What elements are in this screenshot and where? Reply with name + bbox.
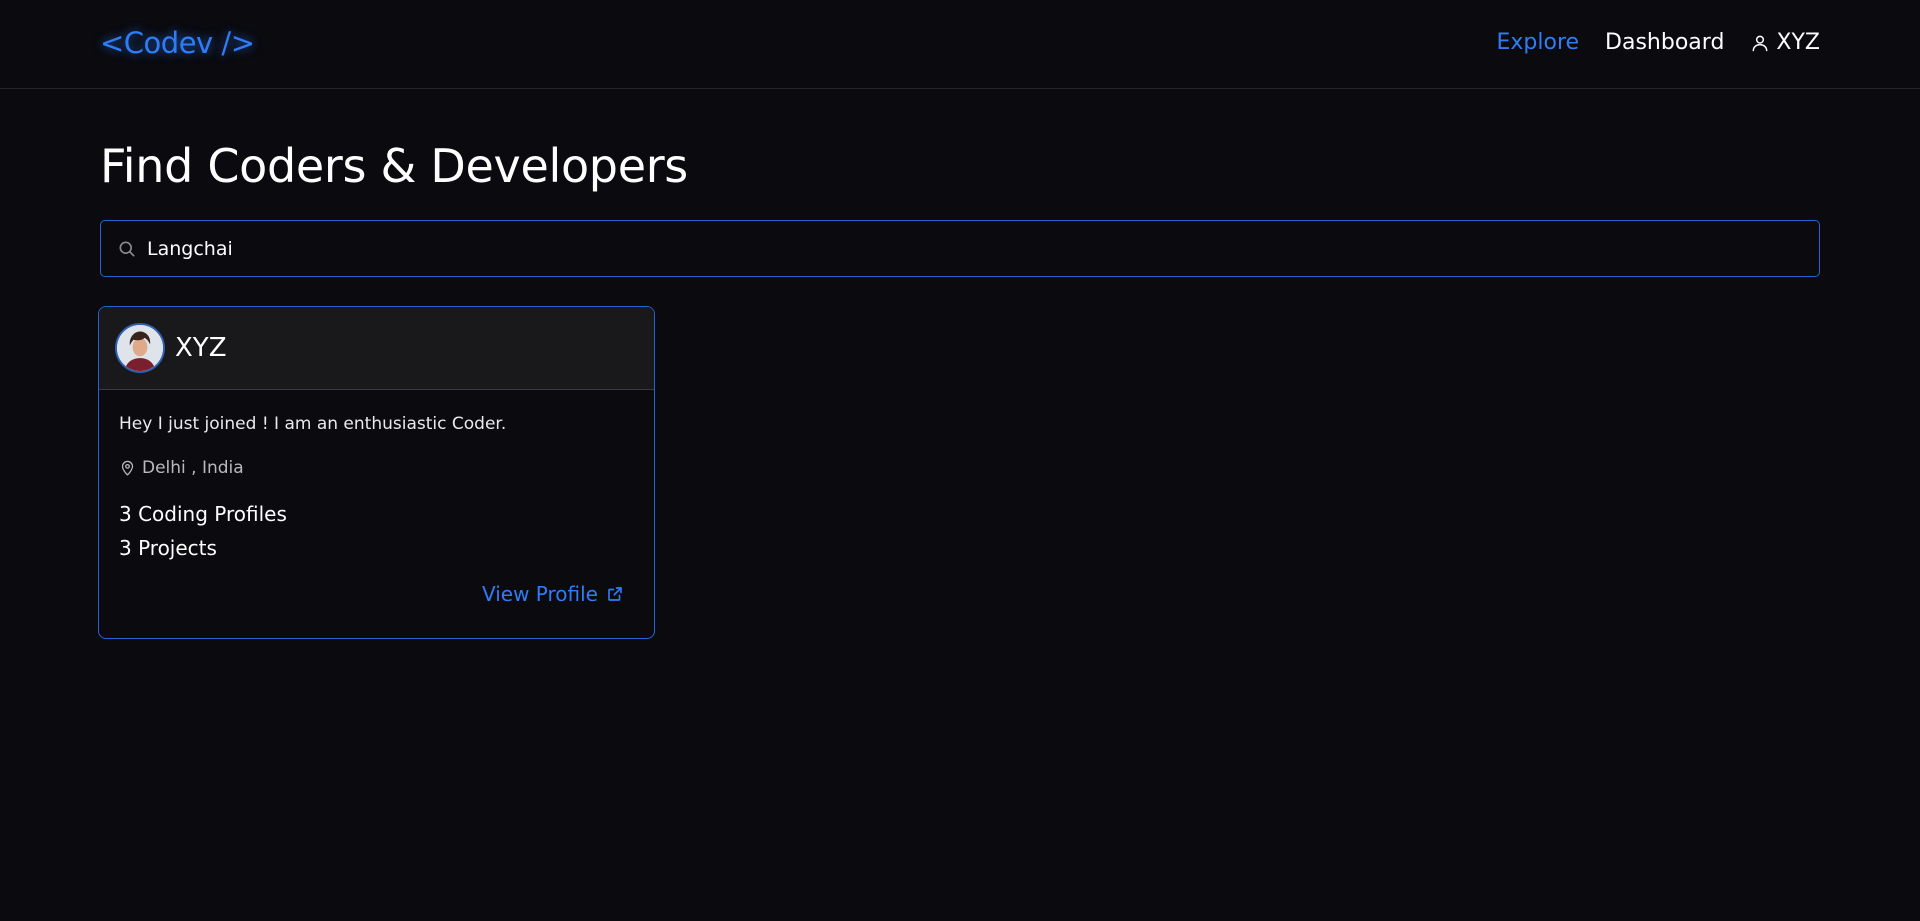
card-user-name[interactable]: XYZ [175, 333, 227, 363]
card-header: XYZ [99, 307, 654, 390]
search-icon [119, 241, 135, 256]
map-pin-icon [121, 460, 134, 476]
nav-user-name: XYZ [1776, 30, 1820, 55]
page-title: Find Coders & Developers [100, 139, 688, 193]
nav-links: Explore Dashboard XYZ [1496, 30, 1820, 55]
profile-card: XYZ Hey I just joined ! I am an enthusia… [98, 306, 655, 639]
logo[interactable]: <Codev /> [100, 26, 255, 60]
projects-count: 3 Projects [119, 536, 217, 560]
user-icon [1752, 35, 1768, 51]
navbar: <Codev /> Explore Dashboard XYZ [0, 0, 1920, 89]
nav-user-menu[interactable]: XYZ [1750, 30, 1820, 55]
coding-profiles-count: 3 Coding Profiles [119, 502, 287, 526]
search-box[interactable] [100, 220, 1820, 277]
avatar-photo [117, 325, 163, 371]
nav-link-explore[interactable]: Explore [1496, 30, 1579, 55]
user-bio: Hey I just joined ! I am an enthusiastic… [119, 414, 507, 434]
search-input[interactable] [147, 237, 1747, 260]
view-profile-link[interactable]: View Profile [482, 582, 624, 606]
user-location: Delhi , India [119, 458, 634, 478]
avatar[interactable] [115, 323, 165, 373]
view-profile-label: View Profile [481, 582, 598, 606]
external-link-icon [608, 587, 622, 601]
card-body: Hey I just joined ! I am an enthusiastic… [99, 390, 654, 638]
nav-link-dashboard[interactable]: Dashboard [1605, 30, 1724, 55]
location-text: Delhi , India [142, 458, 244, 478]
